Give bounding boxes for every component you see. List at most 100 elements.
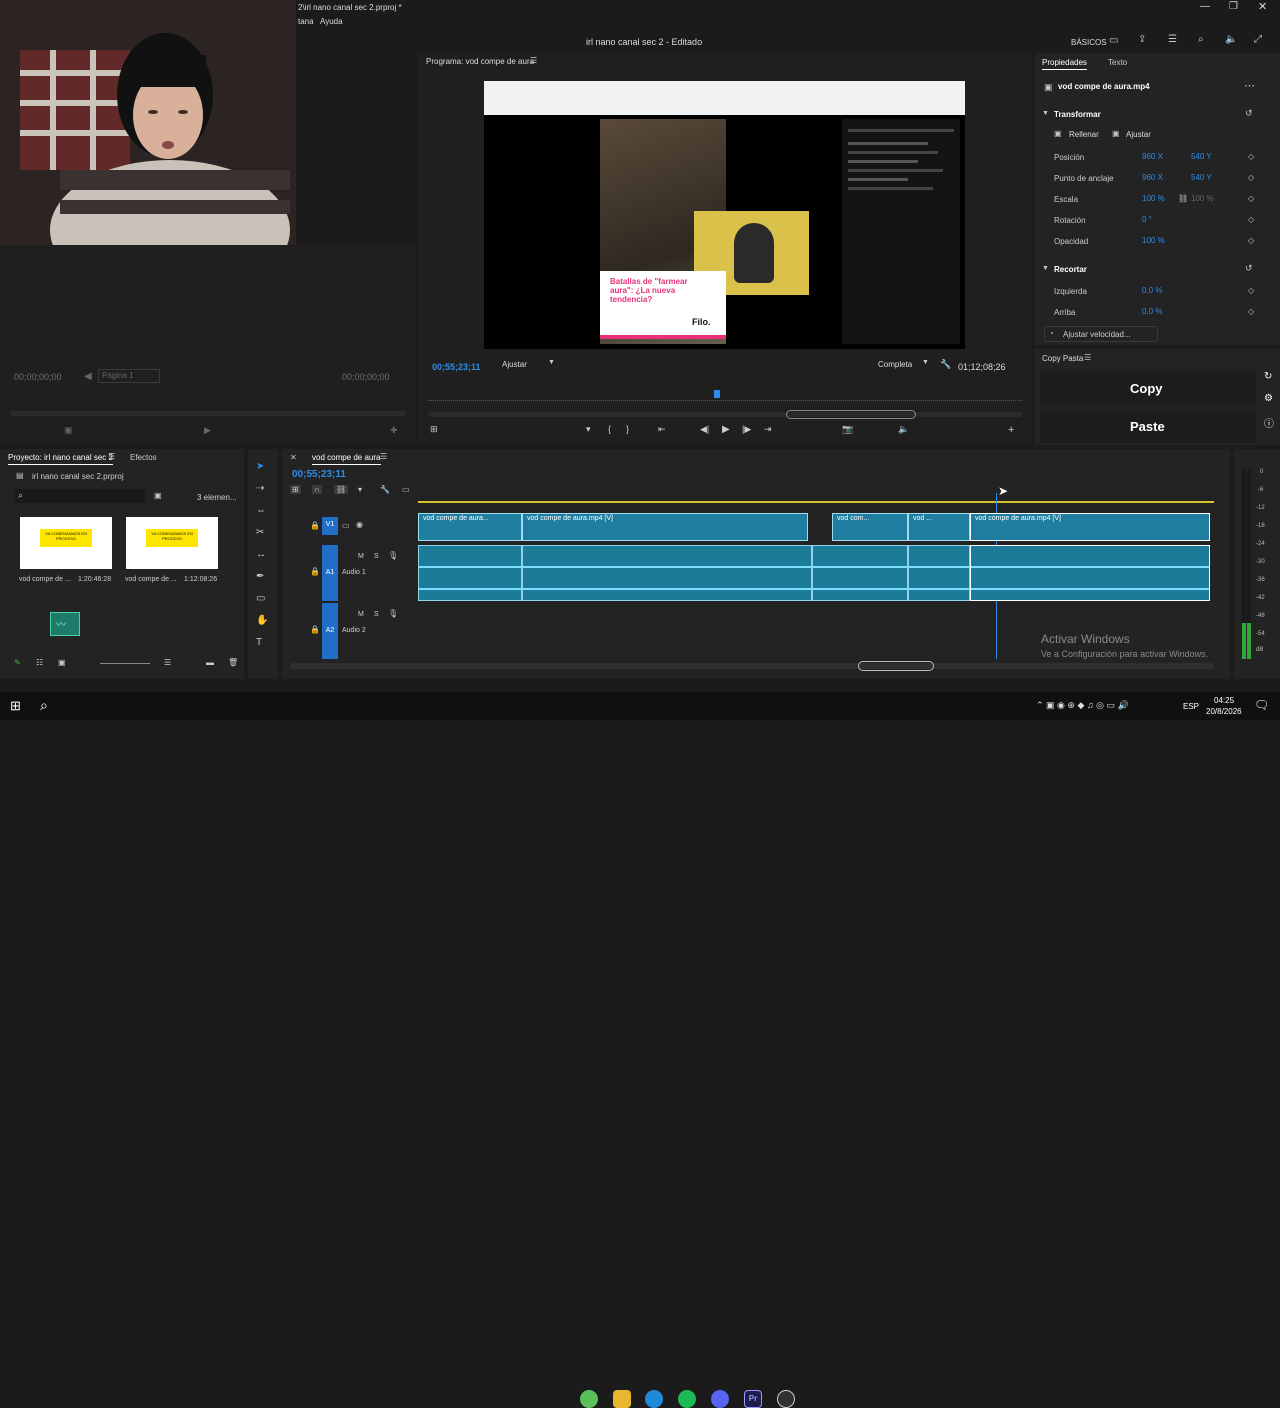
- panel-menu-icon[interactable]: ☰: [1084, 353, 1091, 362]
- search-icon[interactable]: ⌕: [1198, 34, 1204, 45]
- video-clip[interactable]: vod compe de aura...: [418, 513, 522, 541]
- audio-clip[interactable]: [522, 545, 812, 601]
- source-scrub-bar[interactable]: [10, 411, 406, 416]
- mute-icon[interactable]: M: [358, 553, 364, 560]
- step-forward-icon[interactable]: |▶: [742, 424, 751, 435]
- export-frame-icon[interactable]: 📷: [842, 424, 853, 435]
- prev-page-icon[interactable]: ◀: [84, 371, 92, 382]
- video-clip[interactable]: vod compe de aura.mp4 [V]: [522, 513, 808, 541]
- fit-select[interactable]: Ajustar ▼: [502, 359, 560, 373]
- menu-item-ventana[interactable]: tana: [298, 17, 314, 26]
- edge-icon[interactable]: [645, 1390, 663, 1408]
- clock-date[interactable]: 20/8/2026: [1206, 707, 1242, 716]
- slip-icon[interactable]: ↔: [256, 549, 266, 560]
- list-view-icon[interactable]: ☷: [36, 658, 43, 667]
- keyframe-icon[interactable]: ◇: [1248, 236, 1254, 245]
- playhead-marker[interactable]: [714, 390, 720, 398]
- link-icon[interactable]: ⛓: [1178, 194, 1188, 203]
- hand-icon[interactable]: ✋: [256, 615, 268, 626]
- crop-top-value[interactable]: 0,0 %: [1142, 307, 1162, 316]
- page-select[interactable]: Página 1: [98, 369, 160, 383]
- fullscreen-icon[interactable]: ⤢: [1254, 34, 1262, 45]
- timeline-timecode[interactable]: 00;55;23;11: [292, 469, 346, 480]
- reset-icon[interactable]: ↺: [1245, 108, 1253, 119]
- start-icon[interactable]: ⊞: [10, 698, 21, 714]
- add-icon[interactable]: ✚: [390, 425, 398, 436]
- audio-clip[interactable]: [418, 545, 522, 601]
- minimize-icon[interactable]: —: [1200, 1, 1210, 12]
- mark-in-icon[interactable]: {: [608, 424, 611, 434]
- add-button-icon[interactable]: +: [1008, 424, 1014, 436]
- property-value-opacity[interactable]: 100 %: [1142, 236, 1165, 245]
- audio-icon[interactable]: 🔈: [898, 424, 909, 435]
- property-value-y[interactable]: 540 Y: [1191, 152, 1212, 161]
- panel-menu-icon[interactable]: ☰: [530, 56, 537, 65]
- text-tool-icon[interactable]: T: [256, 637, 262, 648]
- keyframe-icon[interactable]: ◇: [1248, 286, 1254, 295]
- fit-icon[interactable]: ▣: [1112, 129, 1120, 138]
- ripple-edit-icon[interactable]: ⇔: [256, 505, 266, 516]
- fill-icon[interactable]: ▣: [1054, 129, 1062, 138]
- info-icon[interactable]: ⓘ: [1264, 415, 1274, 430]
- refresh-icon[interactable]: ↻: [1264, 371, 1272, 382]
- captions-icon[interactable]: ▭: [402, 485, 410, 494]
- toggle-sync-icon[interactable]: ▭: [342, 521, 350, 530]
- microphone-icon[interactable]: 🎙: [388, 609, 398, 618]
- gear-icon[interactable]: ⚙: [1264, 393, 1273, 404]
- tab-texto[interactable]: Texto: [1108, 58, 1127, 67]
- track-target-a1[interactable]: A1: [322, 569, 338, 576]
- property-value-x[interactable]: 960 X: [1142, 173, 1163, 182]
- paste-button[interactable]: Paste: [1040, 409, 1256, 443]
- settings-wrench-icon[interactable]: 🔧: [940, 359, 951, 370]
- workspace-label[interactable]: BÁSICOS: [1071, 38, 1107, 47]
- fill-button[interactable]: Rellenar: [1069, 130, 1099, 139]
- solo-icon[interactable]: S: [374, 553, 379, 560]
- razor-icon[interactable]: ✂: [256, 527, 264, 538]
- audio-clip[interactable]: [812, 545, 908, 601]
- property-value-x[interactable]: 960 X: [1142, 152, 1163, 161]
- panel-menu-icon[interactable]: ☰: [380, 452, 387, 461]
- pencil-icon[interactable]: ✎: [14, 658, 21, 667]
- more-options-icon[interactable]: ⋯: [1244, 79, 1255, 92]
- tab-propiedades[interactable]: Propiedades: [1042, 58, 1087, 70]
- trash-icon[interactable]: 🗑: [228, 658, 238, 667]
- chevron-down-icon[interactable]: ▼: [1042, 265, 1049, 272]
- marker-icon[interactable]: ▾: [586, 424, 591, 435]
- notifications-icon[interactable]: 🗨: [1254, 698, 1269, 712]
- track-target-a2[interactable]: A2: [322, 627, 338, 634]
- rectangle-icon[interactable]: ▭: [256, 593, 265, 604]
- clock-time[interactable]: 04:25: [1214, 696, 1234, 705]
- folder-icon[interactable]: [613, 1390, 631, 1408]
- pen-icon[interactable]: ✒: [256, 571, 264, 582]
- discord-icon[interactable]: [711, 1390, 729, 1408]
- folder-icon[interactable]: ▬: [206, 658, 214, 667]
- zoom-slider[interactable]: [100, 663, 150, 664]
- keyframe-icon[interactable]: ◇: [1248, 152, 1254, 161]
- panel-menu-icon[interactable]: ☰: [108, 452, 115, 461]
- sort-icon[interactable]: ☰: [164, 658, 171, 667]
- spotify-icon[interactable]: [678, 1390, 696, 1408]
- obs-icon[interactable]: [777, 1390, 795, 1408]
- menu-icon[interactable]: ☰: [1168, 34, 1177, 45]
- mark-out-icon[interactable]: }: [626, 424, 629, 434]
- tray-icons[interactable]: ⌃ ▣ ◉ ⊕ ◆ ♫ ◎ ▭ 🔊: [1036, 700, 1129, 711]
- new-bin-icon[interactable]: ▣: [154, 491, 162, 500]
- mark-in-icon[interactable]: ▣: [64, 425, 73, 436]
- keyframe-icon[interactable]: ◇: [1248, 173, 1254, 182]
- property-value-rotation[interactable]: 0 °: [1142, 215, 1152, 224]
- workspaces-icon[interactable]: ▭: [1109, 35, 1118, 46]
- video-clip-selected[interactable]: vod compe de aura.mp4 [V]: [970, 513, 1210, 541]
- tab-project[interactable]: Proyecto: irl nano canal sec 2: [8, 453, 113, 465]
- settings-wrench-icon[interactable]: 🔧: [380, 485, 390, 494]
- reset-icon[interactable]: ↺: [1245, 263, 1253, 274]
- timeline-scrollbar[interactable]: [290, 661, 1214, 671]
- chat-app-icon[interactable]: [580, 1390, 598, 1408]
- linked-selection-icon[interactable]: ⛓: [334, 485, 349, 494]
- go-to-out-icon[interactable]: ⇥: [764, 424, 772, 435]
- lock-icon[interactable]: 🔒: [310, 625, 320, 634]
- project-item[interactable]: YA COMENZAMOS EN PROCESO vod compe de ..…: [18, 517, 114, 595]
- project-item-audio[interactable]: 〰: [50, 612, 80, 636]
- timeline-ruler[interactable]: [418, 495, 1214, 503]
- program-timecode[interactable]: 00;55;23;11: [432, 362, 481, 372]
- zoom-bar[interactable]: [428, 410, 1022, 419]
